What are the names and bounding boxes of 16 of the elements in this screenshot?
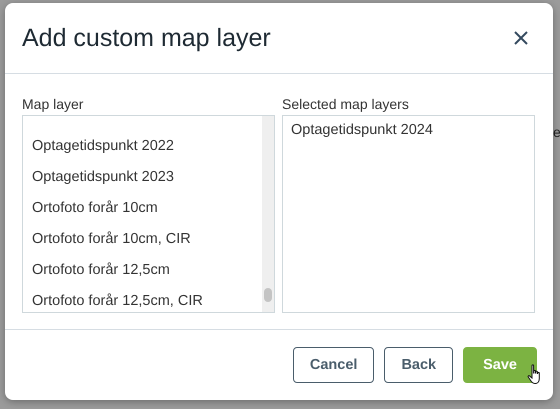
dialog-button[interactable]: Back: [384, 347, 454, 383]
list-label: Selected map layers: [282, 96, 410, 112]
hand-cursor-icon: [527, 364, 543, 386]
scrollbar[interactable]: [262, 116, 274, 312]
list-item[interactable]: Ortofoto forår 12,5cm: [23, 255, 262, 286]
dialog-button[interactable]: Cancel: [292, 347, 374, 383]
table-text: e: [553, 124, 560, 140]
dialog-title: Add custom map layer: [22, 24, 271, 52]
list-item[interactable]: Optagetidspunkt 2024: [283, 116, 534, 144]
list-item[interactable]: Ortofoto forår 10cm, CIR: [23, 224, 262, 255]
list-label: Map layer: [22, 96, 84, 112]
list-item[interactable]: Ortofoto forår 10cm: [23, 193, 262, 224]
close-icon: [513, 30, 529, 46]
list-item[interactable]: Optagetidspunkt 2022: [23, 131, 262, 162]
list-item[interactable]: Ortofoto forår 12,5cm, CIR: [23, 286, 262, 312]
list-item[interactable]: Optagetidspunkt 2023: [23, 162, 262, 193]
